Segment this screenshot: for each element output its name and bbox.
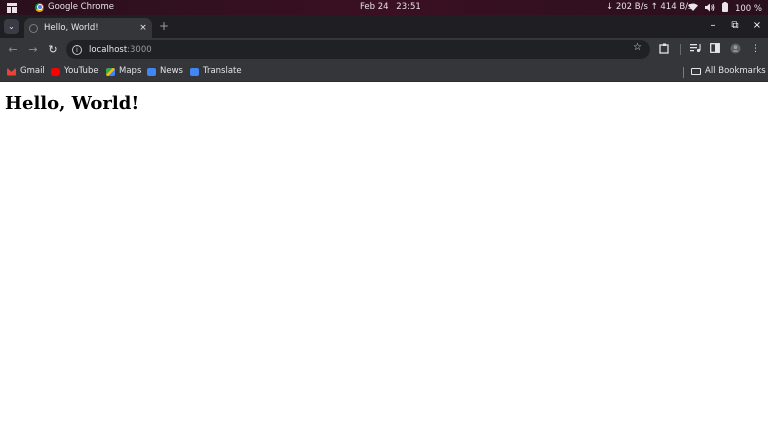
back-button[interactable]: ← bbox=[6, 42, 20, 57]
page-content: Hello, World! bbox=[0, 83, 768, 431]
all-bookmarks-label: All Bookmarks bbox=[705, 66, 766, 76]
clock-time: 23:51 bbox=[396, 2, 421, 12]
extensions-icon[interactable] bbox=[658, 43, 671, 59]
chevron-down-icon: ⌄ bbox=[8, 22, 15, 31]
bookmark-label: YouTube bbox=[64, 66, 99, 76]
active-app-name: Google Chrome bbox=[48, 2, 115, 12]
close-window-button[interactable]: × bbox=[752, 19, 762, 33]
bookmark-translate[interactable]: Translate bbox=[190, 65, 242, 78]
tab-hello-world[interactable]: Hello, World! × bbox=[24, 18, 152, 38]
volume-icon[interactable] bbox=[704, 3, 715, 16]
bookmark-label: Maps bbox=[119, 66, 142, 76]
youtube-icon bbox=[51, 67, 60, 76]
bookmarks-bar: Gmail YouTube Maps News Translate All Bo… bbox=[0, 62, 768, 82]
profile-icon[interactable] bbox=[729, 43, 742, 59]
maps-icon bbox=[106, 67, 115, 76]
bookmark-youtube[interactable]: YouTube bbox=[51, 65, 99, 78]
clock-date: Feb 24 bbox=[360, 2, 389, 12]
translate-icon bbox=[190, 67, 199, 76]
all-bookmarks-button[interactable]: All Bookmarks bbox=[691, 65, 766, 78]
folder-icon bbox=[691, 68, 701, 75]
side-panel-icon[interactable] bbox=[708, 43, 721, 58]
forward-button[interactable]: → bbox=[26, 42, 40, 57]
globe-icon bbox=[29, 23, 38, 33]
system-tray[interactable]: 100 % bbox=[687, 2, 762, 16]
reload-button[interactable]: ↻ bbox=[46, 42, 60, 57]
bookmark-gmail[interactable]: Gmail bbox=[7, 65, 45, 78]
active-app-indicator[interactable]: Google Chrome bbox=[35, 2, 114, 12]
url-host: localhost bbox=[89, 44, 128, 55]
window-controls: – ⧉ × bbox=[708, 19, 762, 33]
news-icon bbox=[147, 67, 156, 76]
bookmark-news[interactable]: News bbox=[147, 65, 183, 78]
bookmark-maps[interactable]: Maps bbox=[106, 65, 141, 78]
bookmark-label: Gmail bbox=[20, 66, 45, 76]
tab-search-button[interactable]: ⌄ bbox=[4, 19, 19, 34]
os-top-bar: Google Chrome Feb 24 23:51 ↓ 202 B/s ↑ 4… bbox=[0, 0, 768, 15]
apps-grid-icon[interactable] bbox=[7, 3, 17, 13]
wifi-icon[interactable] bbox=[687, 3, 698, 16]
bookmark-label: News bbox=[160, 66, 183, 76]
bookmarks-divider bbox=[683, 67, 684, 78]
tab-title: Hello, World! bbox=[44, 23, 99, 33]
tab-close-button[interactable]: × bbox=[136, 23, 150, 33]
page-heading: Hello, World! bbox=[5, 93, 140, 114]
site-info-icon[interactable]: i bbox=[72, 44, 82, 55]
media-control-icon[interactable] bbox=[689, 43, 702, 58]
more-menu-icon[interactable]: ⋮ bbox=[749, 43, 762, 56]
browser-toolbar: ← → ↻ i localhost :3000 ☆ ⋮ bbox=[0, 38, 768, 62]
url-port: :3000 bbox=[127, 44, 152, 55]
address-bar[interactable]: i localhost :3000 ☆ bbox=[66, 40, 650, 59]
network-speed: ↓ 202 B/s ↑ 414 B/s bbox=[606, 2, 693, 12]
chrome-icon bbox=[35, 2, 44, 12]
restore-button[interactable]: ⧉ bbox=[730, 19, 740, 33]
new-tab-button[interactable]: + bbox=[159, 19, 169, 33]
gmail-icon bbox=[7, 67, 16, 76]
bookmark-label: Translate bbox=[203, 66, 242, 76]
clock[interactable]: Feb 24 23:51 bbox=[360, 2, 421, 12]
tab-strip: ⌄ Hello, World! × + – ⧉ × bbox=[0, 15, 768, 38]
bookmark-star-icon[interactable]: ☆ bbox=[633, 42, 642, 53]
battery-icon[interactable] bbox=[721, 2, 728, 16]
minimize-button[interactable]: – bbox=[708, 19, 718, 33]
battery-percent: 100 % bbox=[734, 4, 762, 14]
